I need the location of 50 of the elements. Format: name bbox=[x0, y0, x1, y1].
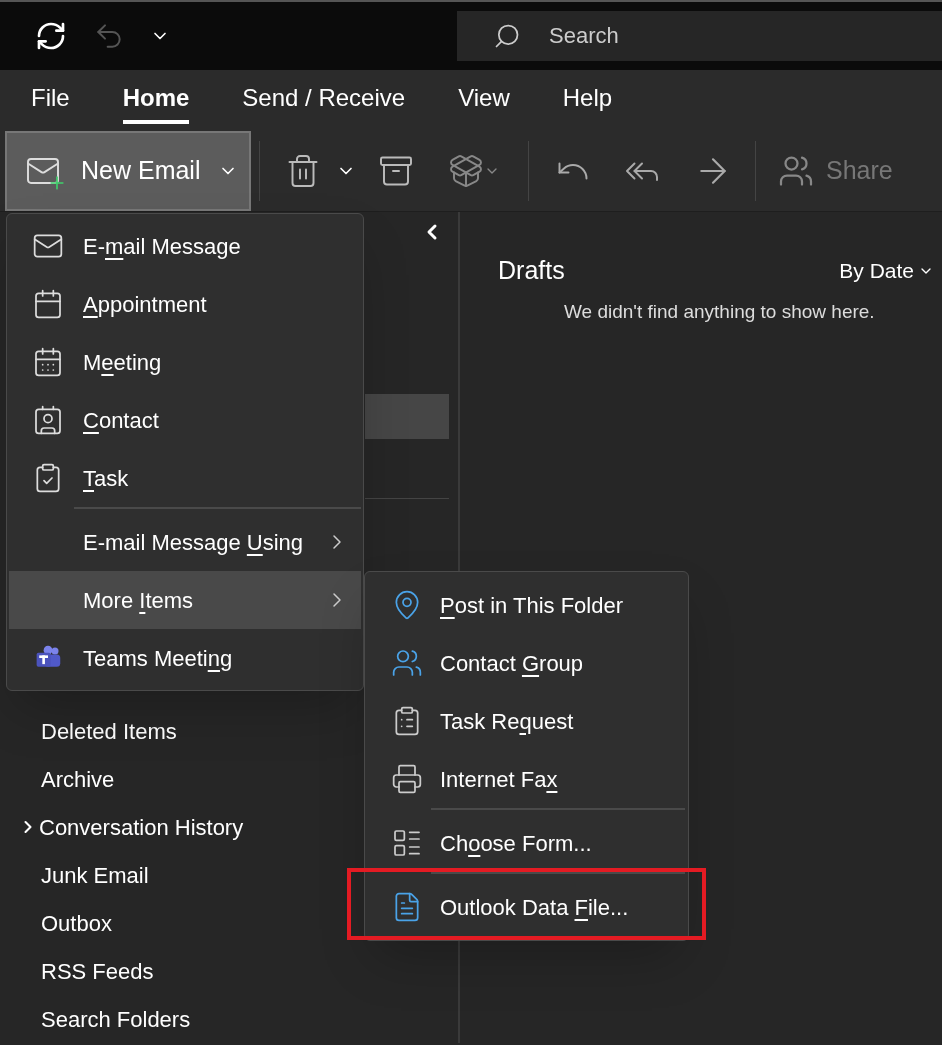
menu-item-label: E-mail Message Using bbox=[83, 528, 304, 557]
menu-item-label: Internet Fax bbox=[440, 765, 558, 794]
menu-item-label: Task Request bbox=[440, 707, 574, 736]
menu-item-label: Task bbox=[83, 464, 129, 493]
menu-item[interactable]: Task bbox=[9, 449, 361, 507]
ribbon-tab[interactable]: File bbox=[31, 80, 70, 124]
folder-item[interactable]: Search Folders bbox=[0, 995, 458, 1043]
folder-name: Search Folders bbox=[41, 1005, 191, 1034]
printer-icon bbox=[390, 763, 423, 795]
search-field[interactable]: Search bbox=[457, 11, 942, 61]
calendar-icon bbox=[32, 288, 64, 320]
menu-item-label: Teams Meeting bbox=[83, 644, 233, 673]
contact-icon bbox=[32, 404, 64, 436]
folder-name: RSS Feeds bbox=[41, 957, 154, 986]
sort-button[interactable]: By Date bbox=[839, 255, 934, 287]
ribbon-tab[interactable]: Send / Receive bbox=[242, 80, 406, 124]
menu-item[interactable]: Appointment bbox=[9, 275, 361, 333]
folder-title: Drafts bbox=[498, 255, 565, 286]
menu-item-label: E-mail Message bbox=[83, 232, 241, 261]
menu-item-label: Meeting bbox=[83, 348, 162, 377]
menu-item-label: Appointment bbox=[83, 290, 207, 319]
folder-name: Junk Email bbox=[41, 861, 149, 890]
menu-item[interactable]: Meeting bbox=[9, 333, 361, 391]
ribbon-tab[interactable]: Help bbox=[562, 80, 613, 124]
menu-item[interactable]: Teams Meeting bbox=[9, 629, 361, 687]
people-icon bbox=[390, 647, 423, 679]
ribbon-tab[interactable]: View bbox=[458, 80, 510, 124]
menu-item-label: Contact Group bbox=[440, 649, 584, 678]
menu-item[interactable]: Outlook Data File... bbox=[351, 872, 702, 936]
menu-item[interactable]: E-mail Message bbox=[9, 217, 361, 275]
menu-item-label: Contact bbox=[83, 406, 159, 435]
folder-name: Conversation History bbox=[39, 813, 244, 842]
menu-item[interactable]: Task Request bbox=[365, 692, 688, 750]
new-email-button[interactable]: New Email bbox=[5, 130, 251, 211]
search-icon bbox=[493, 22, 521, 50]
menu-item[interactable]: Contact Group bbox=[365, 634, 688, 692]
menu-item[interactable]: Contact bbox=[9, 391, 361, 449]
empty-message: We didn't find anything to show here. bbox=[563, 299, 876, 324]
menu-item-label: Post in This Folder bbox=[440, 591, 624, 620]
sync-icon[interactable] bbox=[35, 20, 67, 52]
menu-item-label: Choose Form... bbox=[440, 829, 592, 858]
menu-item[interactable]: Internet Fax bbox=[365, 750, 688, 808]
menu-item[interactable]: Choose Form... bbox=[365, 808, 688, 872]
ribbon-tab[interactable]: Home bbox=[122, 80, 190, 124]
menu-item-label: Outlook Data File... bbox=[440, 893, 629, 922]
menu-item-label: More Items bbox=[83, 586, 194, 615]
folder-item[interactable]: RSS Feeds bbox=[0, 947, 458, 995]
menu-item[interactable]: More Items bbox=[9, 571, 361, 629]
menu-item[interactable]: Post in This Folder bbox=[365, 576, 688, 634]
menu-item[interactable]: E-mail Message Using bbox=[9, 507, 361, 571]
